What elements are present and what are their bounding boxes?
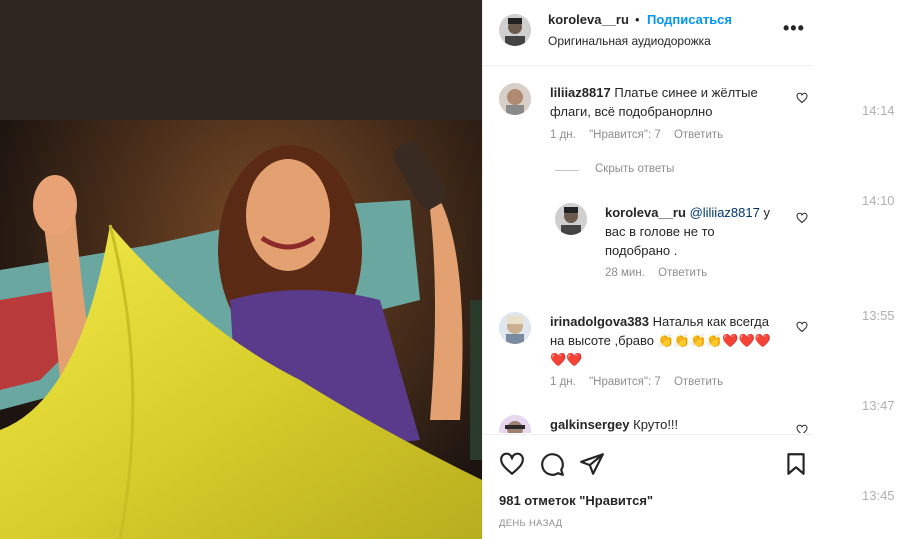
share-icon[interactable]: [579, 451, 605, 477]
comment-like-icon[interactable]: [796, 92, 808, 104]
timestamp: 14:10: [862, 193, 895, 208]
reply-text: koroleva__ru @liliiaz8817 у вас в голове…: [605, 203, 775, 260]
comment-icon[interactable]: [539, 451, 565, 477]
comment3-body: Круто!!!: [633, 417, 679, 432]
post-header: koroleva__ru • Подписаться Оригинальная …: [483, 0, 813, 66]
header-separator: •: [635, 12, 640, 27]
post-date[interactable]: ДЕНЬ НАЗАД: [499, 518, 562, 529]
comment2-like-icon[interactable]: [796, 321, 808, 333]
reply-like-icon[interactable]: [796, 212, 808, 224]
comment2-avatar[interactable]: [499, 312, 531, 344]
comment-text: liliiaz8817 Платье синее и жёлтые флаги,…: [550, 83, 770, 121]
comment2-likes[interactable]: "Нравится": 7: [589, 376, 661, 388]
post-video[interactable]: [0, 0, 482, 539]
comment-meta: 1 дн. "Нравится": 7 Ответить: [550, 129, 733, 141]
heart-icon[interactable]: [499, 451, 525, 477]
comment2-text: irinadolgova383 Наталья как всегда на вы…: [550, 312, 780, 369]
reply-username[interactable]: koroleva__ru: [605, 205, 686, 220]
comment-avatar[interactable]: [499, 83, 531, 115]
comment2-reply-button[interactable]: Ответить: [674, 376, 723, 388]
author-avatar[interactable]: [499, 14, 531, 46]
comment3-like-icon[interactable]: [796, 424, 808, 433]
concert-scene-image: [0, 0, 482, 539]
author-username[interactable]: koroleva__ru: [548, 12, 629, 27]
timestamp: 13:47: [862, 398, 895, 413]
reply-reply-button[interactable]: Ответить: [658, 267, 707, 279]
comment3-username[interactable]: galkinsergey: [550, 417, 630, 432]
comment-age: 1 дн.: [550, 129, 576, 141]
comment-username[interactable]: liliiaz8817: [550, 85, 611, 100]
audio-label[interactable]: Оригинальная аудиодорожка: [548, 34, 711, 48]
comment2-age: 1 дн.: [550, 376, 576, 388]
replies-divider: [555, 170, 579, 171]
reply-meta: 28 мин. Ответить: [605, 267, 717, 279]
comment2-meta: 1 дн. "Нравится": 7 Ответить: [550, 376, 733, 388]
comment3-avatar[interactable]: [499, 415, 531, 433]
reply-age: 28 мин.: [605, 267, 645, 279]
comment3-text: galkinsergey Круто!!!: [550, 415, 780, 433]
comments-list[interactable]: liliiaz8817 Платье синее и жёлтые флаги,…: [483, 67, 813, 433]
post-actions: 981 отметок "Нравится" ДЕНЬ НАЗАД: [483, 434, 813, 539]
reply-button[interactable]: Ответить: [674, 129, 723, 141]
timestamp: 13:45: [862, 488, 895, 503]
more-options-icon[interactable]: •••: [783, 18, 805, 39]
follow-button[interactable]: Подписаться: [647, 12, 732, 27]
hide-replies-button[interactable]: Скрыть ответы: [595, 163, 674, 175]
reply-mention[interactable]: @liliiaz8817: [690, 205, 760, 220]
timestamp: 14:14: [862, 103, 895, 118]
likes-count[interactable]: 981 отметок "Нравится": [499, 493, 653, 508]
bookmark-icon[interactable]: [783, 451, 809, 477]
comment-likes[interactable]: "Нравится": 7: [589, 129, 661, 141]
post-panel: koroleva__ru • Подписаться Оригинальная …: [482, 0, 813, 539]
timestamp: 13:55: [862, 308, 895, 323]
reply-avatar[interactable]: [555, 203, 587, 235]
comment2-username[interactable]: irinadolgova383: [550, 314, 649, 329]
